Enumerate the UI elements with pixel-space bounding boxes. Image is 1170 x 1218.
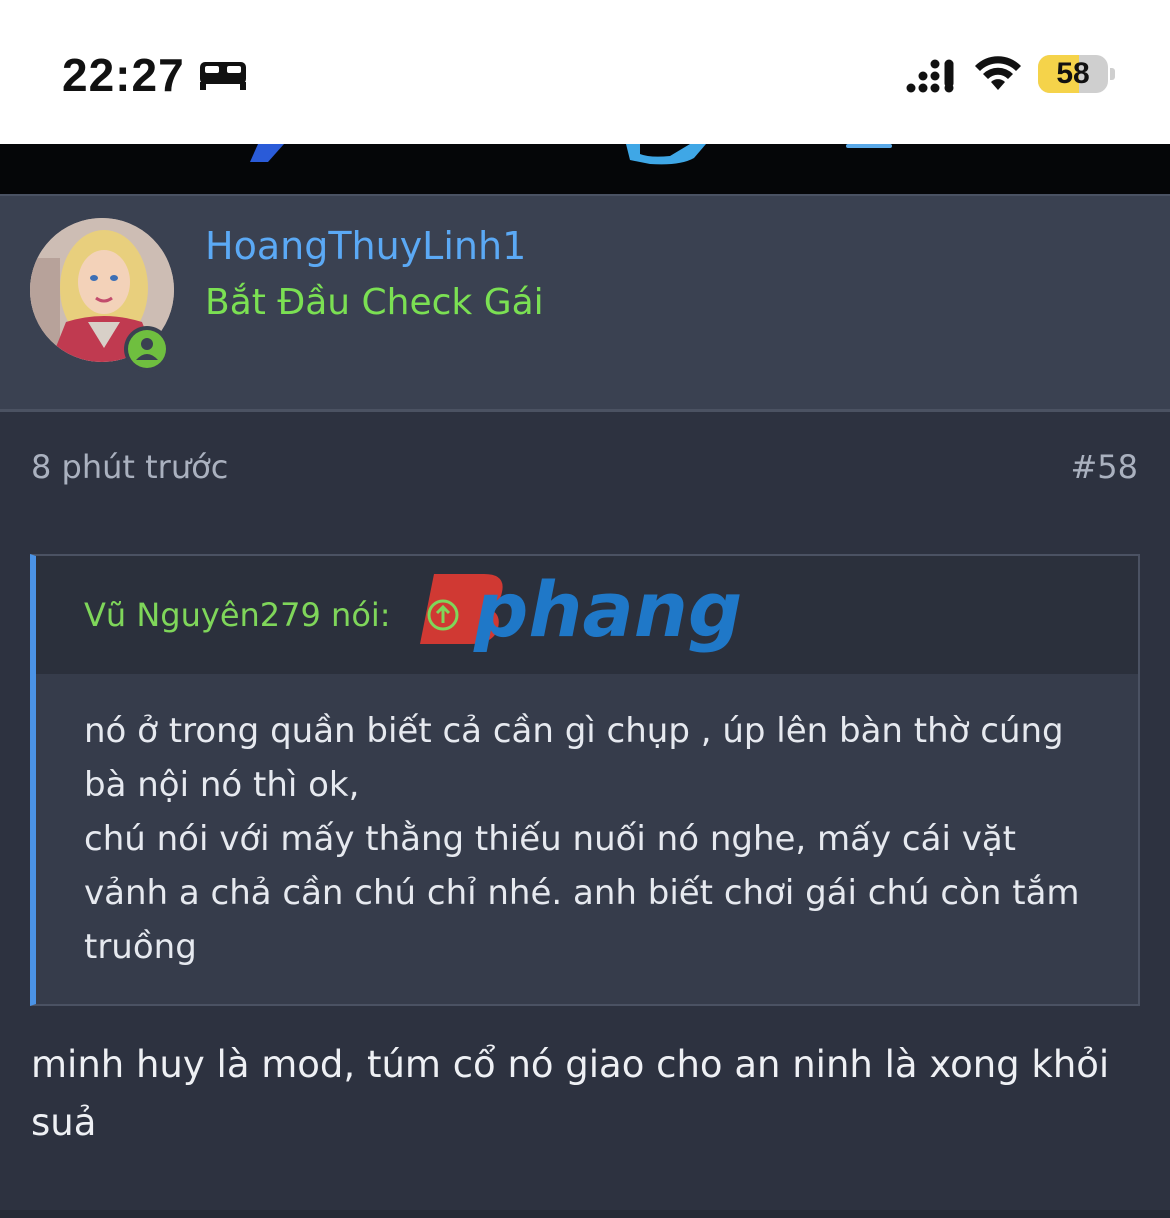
- post-content: minh huy là mod, túm cổ nó giao cho an n…: [31, 1043, 1110, 1144]
- watermark-logo: phang: [420, 565, 742, 654]
- user-online-icon: [136, 338, 158, 360]
- post-author-header: HoangThuyLinh1 Bắt Đầu Check Gái: [0, 194, 1170, 412]
- battery-level: 58: [1056, 57, 1090, 90]
- quote-block: Vũ Nguyên279 nói: phang nó ở trong quần …: [30, 554, 1140, 1006]
- cellular-signal-icon: [906, 59, 954, 93]
- quote-header: Vũ Nguyên279 nói: phang: [36, 556, 1138, 674]
- top-banner-image: [0, 144, 1170, 194]
- bed-icon: [200, 62, 246, 90]
- svg-text:phang: phang: [473, 565, 742, 654]
- user-title: Bắt Đầu Check Gái: [205, 282, 544, 323]
- divider: [0, 1210, 1170, 1218]
- quote-content: nó ở trong quần biết cả cần gì chụp , úp…: [84, 711, 1080, 967]
- online-status-badge: [124, 326, 170, 372]
- battery-icon: 58: [1038, 55, 1116, 93]
- status-bar: 22:27 58: [0, 0, 1170, 144]
- status-time: 22:27: [62, 49, 185, 101]
- arrow-up-circle-icon[interactable]: [426, 598, 460, 632]
- post-timestamp[interactable]: 8 phút trước: [31, 448, 228, 486]
- quote-author[interactable]: Vũ Nguyên279 nói:: [84, 596, 391, 634]
- wifi-icon: [975, 56, 1021, 90]
- username[interactable]: HoangThuyLinh1: [205, 224, 526, 268]
- post-number[interactable]: #58: [1070, 448, 1138, 486]
